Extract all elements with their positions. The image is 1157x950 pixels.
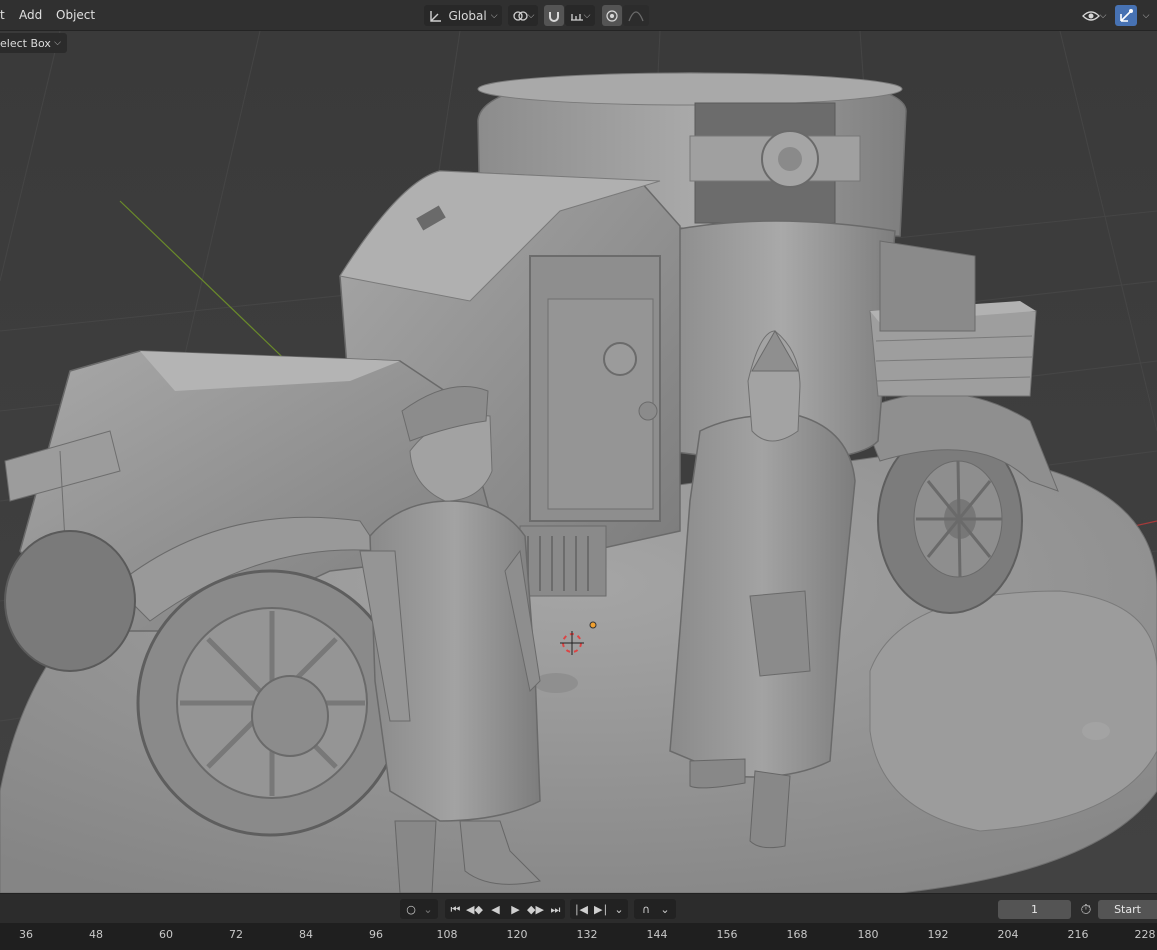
- ruler-tick: 72: [229, 928, 243, 941]
- viewport-scene: [0, 31, 1157, 893]
- pivot-point-icon: [512, 10, 528, 21]
- ruler-tick: 216: [1067, 928, 1089, 941]
- ruler-tick: 204: [997, 928, 1019, 941]
- select-mode-label: elect Box: [0, 36, 51, 50]
- front-wheel: [136, 569, 404, 837]
- chevron-down-icon: ⌵: [490, 10, 498, 21]
- ruler-tick: 192: [927, 928, 949, 941]
- timeline-header: ○ ⌄ ⏮ ◀◆ ◀ ▶ ◆▶ ⏭ ∣◀ ▶∣ ⌄ ∩ ⌄ 1 ⏱ Start: [0, 893, 1157, 923]
- viewport-header: t Add Object Global ⌵ ⌵ ⌵ ⌵ ⌵: [0, 0, 1157, 31]
- ruler-tick: 156: [716, 928, 738, 941]
- gizmo-toggle-icon: [1120, 8, 1133, 22]
- gizmo-toggle[interactable]: [1115, 5, 1137, 26]
- chevron-down-icon[interactable]: ⌄: [611, 900, 627, 919]
- chevron-down-icon[interactable]: ⌄: [657, 900, 673, 919]
- ruler-tick: 96: [369, 928, 383, 941]
- ruler-tick: 168: [786, 928, 808, 941]
- falloff-dropdown[interactable]: [623, 5, 649, 26]
- chevron-down-icon: ⌵: [1099, 10, 1107, 21]
- gizmo-dropdown[interactable]: ⌵: [1138, 5, 1154, 26]
- jump-start-icon[interactable]: ⏮: [447, 900, 464, 919]
- ruler-tick: 180: [857, 928, 879, 941]
- falloff-curve-icon: [628, 10, 644, 21]
- timeline-ruler[interactable]: 36 48 60 72 84 96 108 120 132 144 156 16…: [0, 923, 1157, 950]
- menu-object[interactable]: Object: [56, 8, 95, 22]
- ruler-tick: 144: [646, 928, 668, 941]
- snap-target-dropdown[interactable]: ⌵: [565, 5, 595, 26]
- front-wheel-left: [4, 530, 136, 672]
- next-keyframe-icon[interactable]: ◆▶: [527, 900, 544, 919]
- chevron-down-icon: ⌵: [583, 10, 591, 21]
- current-frame-field[interactable]: 1: [998, 900, 1071, 919]
- snap-toggle[interactable]: [544, 5, 564, 26]
- snap-magnet-icon: [549, 11, 559, 22]
- ruler-tick: 84: [299, 928, 313, 941]
- ruler-tick: 228: [1134, 928, 1156, 941]
- ruler-tick: 108: [436, 928, 458, 941]
- proportional-editing-icon: [606, 9, 618, 22]
- play-icon[interactable]: ▶: [507, 900, 524, 919]
- menu-add[interactable]: Add: [19, 8, 42, 22]
- viewport-visibility-dropdown[interactable]: ⌵: [1078, 5, 1110, 26]
- object-origin-icon: [589, 621, 597, 629]
- keyframe-prev-icon[interactable]: ∣◀: [572, 900, 590, 919]
- viewport-visibility-icon: [1081, 10, 1100, 21]
- base-rock: [1082, 722, 1110, 740]
- pivot-point-dropdown[interactable]: ⌵: [508, 5, 538, 26]
- chevron-down-icon: ⌵: [1142, 10, 1150, 21]
- proportional-editing-toggle[interactable]: [602, 5, 622, 26]
- prev-keyframe-icon[interactable]: ◀◆: [466, 900, 483, 919]
- base-rock: [534, 673, 578, 693]
- hull-side-right: [879, 240, 976, 332]
- snap-increment-icon: [570, 13, 583, 21]
- auto-keying-icon[interactable]: ○: [402, 900, 420, 919]
- start-frame-field[interactable]: Start: [1098, 900, 1157, 919]
- transform-orientation-icon: [430, 10, 442, 22]
- timeline-snap-icon[interactable]: ∩: [636, 900, 656, 919]
- ruler-tick: 132: [576, 928, 598, 941]
- chevron-down-icon[interactable]: ⌄: [421, 900, 435, 919]
- 3d-viewport[interactable]: [0, 31, 1157, 893]
- stopwatch-icon[interactable]: ⏱: [1076, 900, 1096, 919]
- ruler-tick: 48: [89, 928, 103, 941]
- play-reverse-icon[interactable]: ◀: [487, 900, 504, 919]
- chevron-down-icon: ⌵: [54, 38, 61, 48]
- keyframe-next-icon[interactable]: ▶∣: [592, 900, 610, 919]
- chevron-down-icon: ⌵: [527, 10, 535, 21]
- ruler-tick: 60: [159, 928, 173, 941]
- base-rock: [783, 802, 823, 820]
- ruler-tick: 120: [506, 928, 528, 941]
- menu-object-mode-truncated[interactable]: t: [0, 8, 5, 22]
- transform-orientation-dropdown[interactable]: Global ⌵: [424, 5, 502, 26]
- select-mode-dropdown[interactable]: elect Box ⌵: [0, 33, 67, 53]
- jump-end-icon[interactable]: ⏭: [547, 900, 564, 919]
- base-raised-pad: [869, 590, 1157, 832]
- transform-orientation-label: Global: [448, 8, 487, 23]
- ruler-tick: 36: [19, 928, 33, 941]
